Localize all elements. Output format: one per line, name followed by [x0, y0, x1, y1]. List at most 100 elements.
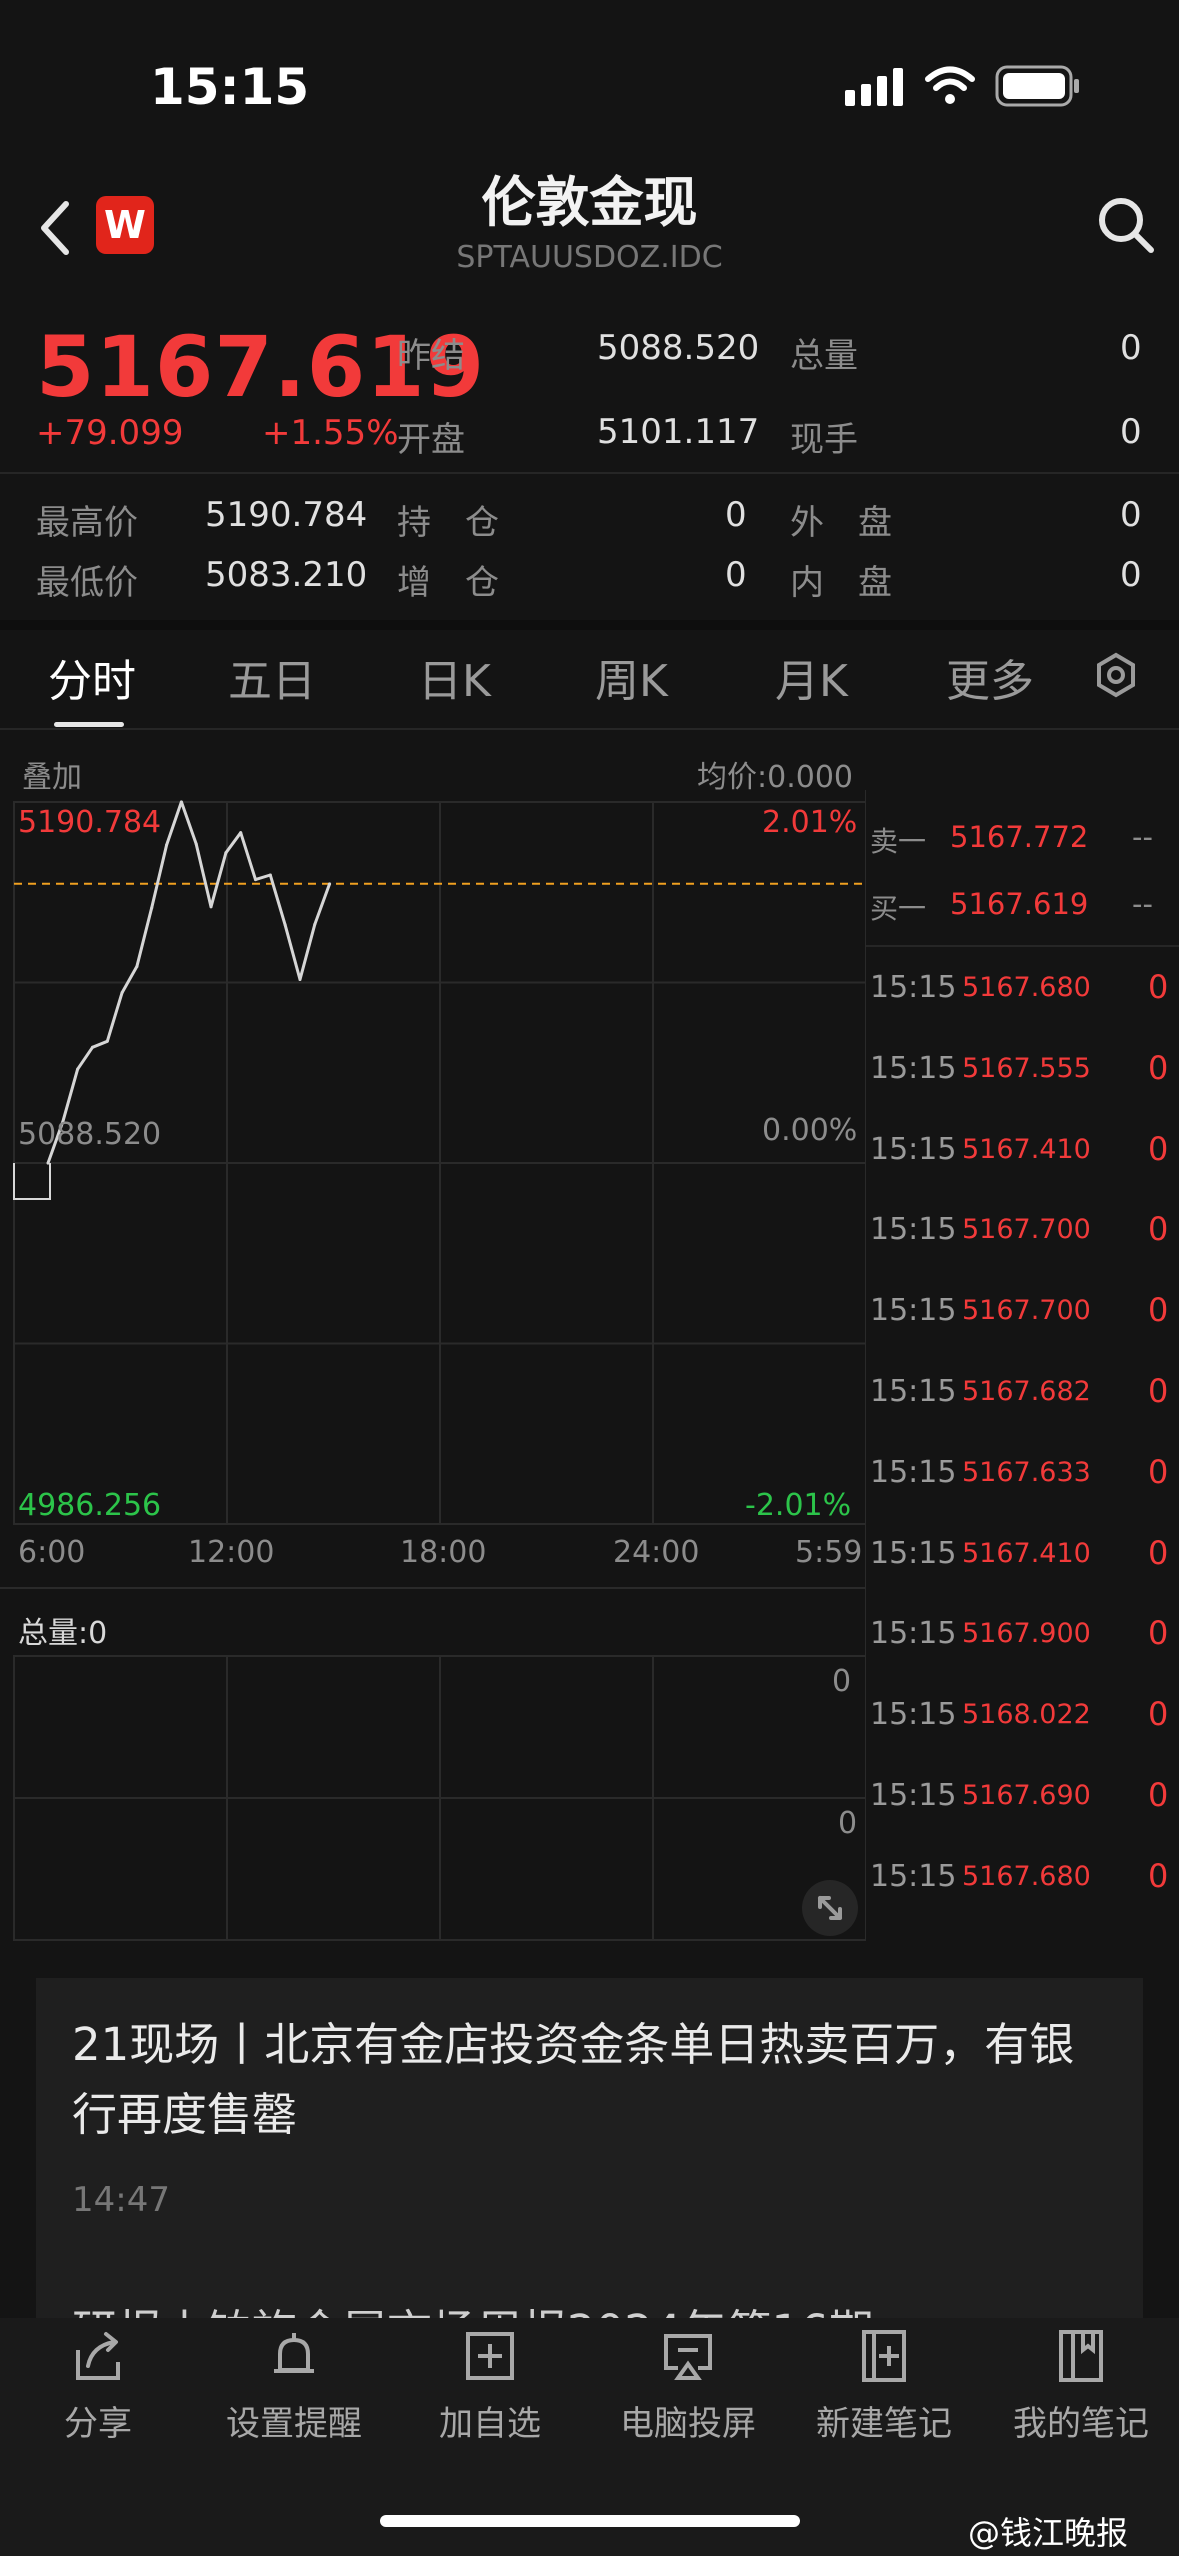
trade-volume: 0 [1148, 1776, 1169, 1814]
bid-label: 买一 [870, 892, 927, 925]
ask-price: 5167.772 [950, 820, 1089, 854]
home-indicator [380, 2515, 800, 2527]
trade-volume: 0 [1148, 1533, 1169, 1572]
x-tick-label: 5:59 [795, 1535, 863, 1570]
trade-price: 5167.690 [962, 1780, 1091, 1811]
add-watchlist-label: 加自选 [439, 2404, 541, 2444]
price-point [224, 851, 228, 855]
bid-volume: -- [1132, 887, 1153, 921]
trade-row: 15:15 5167.700 0 [870, 1210, 1175, 1252]
expand-icon [818, 1896, 842, 1920]
trade-time: 15:15 [870, 970, 957, 1005]
screen-cast-icon [664, 2334, 712, 2380]
screen-cast-button[interactable]: 电脑投屏 [590, 2328, 786, 2445]
trade-time: 15:15 [870, 1778, 957, 1813]
trade-row: 15:15 5167.410 0 [870, 1533, 1175, 1576]
add-square-icon [466, 2332, 514, 2380]
share-icon [76, 2332, 120, 2380]
cur-hand-value: 0 [1120, 412, 1142, 452]
price-point [46, 1161, 50, 1165]
trade-row: 15:15 5168.022 0 [870, 1695, 1175, 1737]
search-icon[interactable] [1096, 195, 1156, 255]
price-point [179, 800, 183, 804]
chart-top-price: 5190.784 [18, 805, 162, 840]
ask-volume: -- [1132, 820, 1153, 854]
trade-row: 15:15 5167.633 0 [870, 1453, 1175, 1495]
trade-price: 5167.410 [962, 1537, 1091, 1569]
trade-price: 5167.700 [962, 1295, 1091, 1327]
trade-row: 15:15 5167.682 0 [870, 1372, 1175, 1414]
new-note-label: 新建笔记 [816, 2404, 952, 2444]
settings-icon[interactable] [1093, 652, 1139, 698]
trade-time: 15:15 [870, 1050, 957, 1086]
bid-price: 5167.619 [950, 887, 1089, 921]
tab-more[interactable]: 更多 [946, 645, 1034, 709]
share-button[interactable]: 分享 [0, 2328, 196, 2445]
trade-row: 15:15 5167.680 0 [870, 968, 1175, 1010]
outer-value: 0 [1120, 495, 1142, 535]
trade-time: 15:15 [870, 1697, 957, 1733]
price-point [150, 906, 154, 910]
trade-row: 15:15 5167.680 0 [870, 1857, 1175, 1899]
bell-icon [274, 2333, 314, 2373]
price-point [194, 842, 198, 846]
price-point [239, 831, 243, 835]
intraday-chart[interactable] [0, 0, 866, 2000]
total-vol-value: 0 [1120, 328, 1142, 368]
fullscreen-button[interactable] [802, 1880, 858, 1936]
chart-mid-pct: 0.00% [762, 1113, 858, 1148]
trade-row: 15:15 5167.690 0 [870, 1776, 1175, 1818]
trade-row: 15:15 5167.410 0 [870, 1129, 1175, 1172]
price-point [328, 882, 332, 886]
trade-volume: 0 [1148, 1048, 1169, 1087]
trade-time: 15:15 [870, 1212, 957, 1248]
volume-mid-value: 0 [838, 1806, 858, 1841]
trade-price: 5167.410 [962, 1133, 1091, 1165]
news-time: 14:47 [72, 2180, 170, 2220]
price-point [268, 873, 272, 877]
notebook-icon [1059, 2330, 1103, 2382]
price-point [313, 922, 317, 926]
news-title[interactable]: 21现场丨北京有金店投资金条单日热卖百万，有银行再度售罄 [72, 2010, 1112, 2150]
source-watermark: @钱江晚报 [968, 2514, 1129, 2552]
trade-price: 5168.022 [962, 1699, 1091, 1731]
trade-price: 5167.680 [962, 972, 1091, 1003]
x-tick-label: 12:00 [188, 1535, 275, 1570]
volume-total-label: 总量:0 [18, 1616, 108, 1651]
trade-time: 15:15 [870, 1616, 957, 1652]
trade-time: 15:15 [870, 1535, 957, 1571]
price-point [135, 964, 139, 968]
chart-bottom-pct: -2.01% [745, 1488, 852, 1523]
trade-time: 15:15 [870, 1131, 957, 1167]
share-label: 分享 [64, 2404, 132, 2444]
trade-volume: 0 [1148, 1614, 1169, 1653]
price-point [165, 843, 169, 847]
session-start-marker [13, 1163, 51, 1200]
add-watchlist-button[interactable]: 加自选 [392, 2328, 588, 2445]
trade-row: 15:15 5167.555 0 [870, 1048, 1175, 1091]
trade-volume: 0 [1148, 1372, 1169, 1410]
divider [866, 945, 1179, 947]
my-notes-button[interactable]: 我的笔记 [983, 2328, 1179, 2445]
trade-volume: 0 [1148, 1695, 1169, 1734]
trade-price: 5167.700 [962, 1214, 1091, 1246]
screen-cast-label: 电脑投屏 [620, 2404, 756, 2444]
trade-row: 15:15 5167.900 0 [870, 1614, 1175, 1656]
x-tick-label: 18:00 [400, 1535, 487, 1570]
chart-top-pct: 2.01% [762, 805, 858, 840]
set-alert-button[interactable]: 设置提醒 [196, 2328, 392, 2445]
trade-volume: 0 [1148, 1129, 1169, 1168]
price-point [298, 978, 302, 982]
ask-label: 卖一 [870, 825, 927, 858]
chart-mid-price: 5088.520 [18, 1117, 162, 1152]
wifi-icon [925, 66, 975, 104]
trade-volume: 0 [1148, 1210, 1169, 1249]
x-tick-label: 24:00 [613, 1535, 700, 1570]
trade-row: 15:15 5167.700 0 [870, 1291, 1175, 1333]
inner-value: 0 [1120, 555, 1142, 595]
new-note-button[interactable]: 新建笔记 [786, 2328, 982, 2445]
price-point [283, 923, 287, 927]
trade-volume: 0 [1148, 1291, 1169, 1330]
volume-top-value: 0 [832, 1664, 852, 1699]
price-point [90, 1045, 94, 1049]
